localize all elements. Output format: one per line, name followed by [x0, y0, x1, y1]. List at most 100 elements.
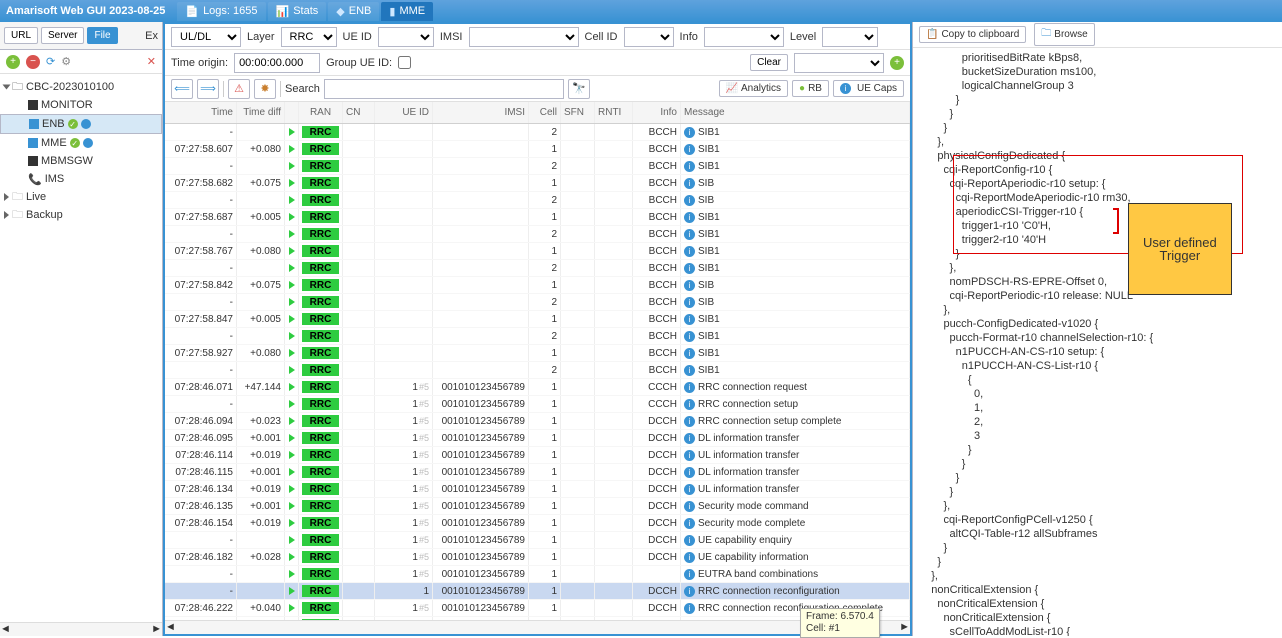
log-row[interactable]: 07:28:46.114+0.019RRC1#50010101234567891…: [165, 447, 910, 464]
info-select[interactable]: [704, 27, 784, 47]
analytics-button[interactable]: 📈Analytics: [719, 80, 788, 97]
arrow-right-icon: [289, 400, 295, 408]
log-row[interactable]: 07:27:58.607+0.080RRC1BCCHiSIB1: [165, 141, 910, 158]
tab-mme[interactable]: ▮MME: [381, 2, 433, 21]
log-row[interactable]: -RRC10010101234567891DCCHiRRC connection…: [165, 583, 910, 600]
log-row[interactable]: 07:28:46.094+0.023RRC1#50010101234567891…: [165, 413, 910, 430]
arrow-right-icon: [289, 162, 295, 170]
log-row[interactable]: 07:28:46.134+0.019RRC1#50010101234567891…: [165, 481, 910, 498]
level-label: Level: [790, 31, 816, 43]
add-icon[interactable]: +: [6, 55, 20, 69]
nav-fwd-icon[interactable]: ⟹: [197, 79, 219, 99]
bug-icon[interactable]: ✸: [254, 79, 276, 99]
info-label: Info: [680, 31, 698, 43]
binoculars-icon[interactable]: 🔭: [568, 79, 590, 99]
warn-icon[interactable]: ⚠: [228, 79, 250, 99]
col-time[interactable]: Time: [165, 102, 237, 123]
search-label: Search: [285, 83, 320, 95]
col-info[interactable]: Info: [633, 102, 681, 123]
log-row[interactable]: -RRC2BCCHiSIB1: [165, 226, 910, 243]
log-row[interactable]: 07:28:46.115+0.001RRC1#50010101234567891…: [165, 464, 910, 481]
log-row[interactable]: 07:27:58.767+0.080RRC1BCCHiSIB1: [165, 243, 910, 260]
imsi-select[interactable]: [469, 27, 579, 47]
remove-icon[interactable]: −: [26, 55, 40, 69]
col-imsi[interactable]: IMSI: [433, 102, 529, 123]
tree-backup[interactable]: 🗀Backup: [0, 206, 162, 224]
close-icon[interactable]: ✕: [147, 55, 156, 68]
left-scroll[interactable]: ◄►: [0, 622, 162, 636]
log-row[interactable]: 07:28:46.071+47.144RRC1#5001010123456789…: [165, 379, 910, 396]
col-ue[interactable]: UE ID: [375, 102, 433, 123]
log-row[interactable]: -RRC1#50010101234567891iEUTRA band combi…: [165, 566, 910, 583]
log-row[interactable]: -RRC1#50010101234567891CCCHiRRC connecti…: [165, 396, 910, 413]
log-row[interactable]: 07:28:46.095+0.001RRC1#50010101234567891…: [165, 430, 910, 447]
tree-live[interactable]: 🗀Live: [0, 188, 162, 206]
tab-enb[interactable]: ◆ENB: [328, 2, 379, 21]
cellid-select[interactable]: [624, 27, 674, 47]
col-cn[interactable]: CN: [343, 102, 375, 123]
log-row[interactable]: 07:28:46.222+0.040RRC1#50010101234567891…: [165, 600, 910, 617]
tree-monitor[interactable]: MONITOR: [0, 96, 162, 114]
url-button[interactable]: URL: [4, 27, 38, 44]
col-ran[interactable]: RAN: [299, 102, 343, 123]
level-select[interactable]: [822, 27, 878, 47]
tree-root[interactable]: 🗀CBC-2023010100: [0, 78, 162, 96]
refresh-icon[interactable]: ⟳: [46, 55, 55, 68]
tree-ims[interactable]: 📞IMS: [0, 170, 162, 188]
search-input[interactable]: [324, 79, 564, 99]
log-row[interactable]: 07:27:58.842+0.075RRC1BCCHiSIB: [165, 277, 910, 294]
log-row[interactable]: -RRC2BCCHiSIB1: [165, 362, 910, 379]
log-row[interactable]: 07:28:46.135+0.001RRC1#50010101234567891…: [165, 498, 910, 515]
layer-select[interactable]: RRC: [281, 27, 337, 47]
export-label[interactable]: Ex: [145, 30, 158, 42]
arrow-right-icon: [289, 553, 295, 561]
add-filter-icon[interactable]: +: [890, 56, 904, 70]
log-body[interactable]: -RRC2BCCHiSIB107:27:58.607+0.080RRC1BCCH…: [165, 124, 910, 620]
log-row[interactable]: -RRC2BCCHiSIB1: [165, 260, 910, 277]
arrow-right-icon: [289, 230, 295, 238]
tab-logs[interactable]: 📄Logs: 1655: [177, 2, 265, 21]
col-msg[interactable]: Message: [681, 102, 910, 123]
col-rnti[interactable]: RNTI: [595, 102, 633, 123]
clear-button[interactable]: Clear: [750, 54, 788, 71]
tree-mbmsgw[interactable]: MBMSGW: [0, 152, 162, 170]
arrow-right-icon: [289, 264, 295, 272]
col-sfn[interactable]: SFN: [561, 102, 595, 123]
time-origin-input[interactable]: [234, 53, 320, 73]
tree-mme[interactable]: MME✓: [0, 134, 162, 152]
log-row[interactable]: -RRC2BCCHiSIB: [165, 192, 910, 209]
group-ue-checkbox[interactable]: [398, 56, 411, 69]
log-row[interactable]: 07:27:58.847+0.005RRC1BCCHiSIB1: [165, 311, 910, 328]
log-row[interactable]: 07:27:58.687+0.005RRC1BCCHiSIB1: [165, 209, 910, 226]
log-row[interactable]: 07:28:46.154+0.019RRC1#50010101234567891…: [165, 515, 910, 532]
log-row[interactable]: -RRC2BCCHiSIB1: [165, 158, 910, 175]
col-diff[interactable]: Time diff: [237, 102, 285, 123]
col-cell[interactable]: Cell: [529, 102, 561, 123]
file-button[interactable]: File: [87, 27, 117, 44]
copy-button[interactable]: 📋Copy to clipboard: [919, 26, 1026, 43]
tab-stats[interactable]: 📊Stats: [268, 2, 327, 21]
ran-tag: RRC: [302, 126, 339, 138]
center-scroll[interactable]: ◄►: [165, 620, 910, 634]
tree-enb[interactable]: ENB✓: [0, 114, 162, 134]
ueid-select[interactable]: [378, 27, 434, 47]
log-row[interactable]: -RRC2BCCHiSIB1: [165, 124, 910, 141]
server-button[interactable]: Server: [41, 27, 84, 44]
code-viewer[interactable]: prioritisedBitRate kBps8, bucketSizeDura…: [913, 48, 1282, 636]
filter-preset-select[interactable]: [794, 53, 884, 73]
uldl-select[interactable]: UL/DL: [171, 27, 241, 47]
browse-button[interactable]: 🗀Browse: [1034, 23, 1094, 46]
ueid-label: UE ID: [343, 31, 372, 43]
log-row[interactable]: -RRC2BCCHiSIB: [165, 294, 910, 311]
settings-icon[interactable]: ⚙: [61, 55, 71, 68]
uecaps-button[interactable]: iUE Caps: [833, 80, 904, 97]
ran-tag: RRC: [302, 347, 339, 359]
log-row[interactable]: -RRC2BCCHiSIB1: [165, 328, 910, 345]
log-row[interactable]: -RRC1#50010101234567891DCCHiUE capabilit…: [165, 532, 910, 549]
nav-back-icon[interactable]: ⟸: [171, 79, 193, 99]
rb-button[interactable]: ●RB: [792, 80, 829, 97]
log-row[interactable]: 07:27:58.927+0.080RRC1BCCHiSIB1: [165, 345, 910, 362]
info-icon: i: [684, 552, 695, 563]
log-row[interactable]: 07:27:58.682+0.075RRC1BCCHiSIB: [165, 175, 910, 192]
log-row[interactable]: 07:28:46.182+0.028RRC1#50010101234567891…: [165, 549, 910, 566]
